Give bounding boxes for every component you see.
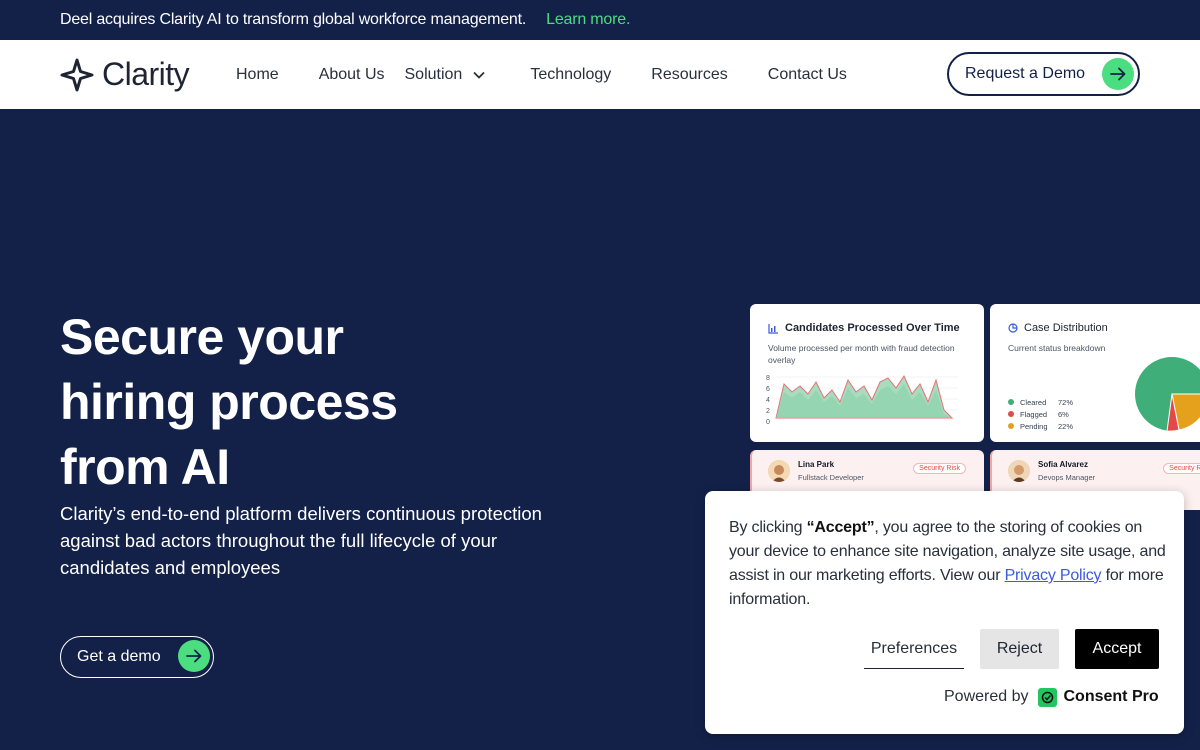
- candidates-chart-card: Candidates Processed Over Time Volume pr…: [750, 304, 984, 442]
- y-tick-label: 6: [766, 386, 770, 393]
- candidates-area-chart: 8 6 4 2 0: [766, 374, 958, 426]
- nav-item-solution-label: Solution: [404, 65, 463, 83]
- case-distribution-card: Case Distribution Current status breakdo…: [990, 304, 1200, 442]
- case-card-subtitle: Current status breakdown: [1008, 343, 1106, 353]
- pie-chart-icon: [1008, 323, 1018, 333]
- case-card-title-text: Case Distribution: [1024, 322, 1108, 334]
- legend-label: Flagged: [1020, 409, 1048, 419]
- y-tick-label: 0: [766, 419, 770, 426]
- get-demo-button[interactable]: Get a demo: [60, 636, 214, 678]
- nav-item-resources[interactable]: Resources: [651, 66, 727, 84]
- reject-button[interactable]: Reject: [980, 629, 1059, 669]
- accept-button[interactable]: Accept: [1075, 629, 1159, 669]
- status-badge: Security Risk: [913, 463, 966, 474]
- cookie-text-accent: “Accept”: [806, 519, 875, 536]
- person-info: Sofia Alvarez Devops Manager: [1008, 460, 1095, 482]
- legend-item-flagged: Flagged 6%: [1008, 408, 1073, 420]
- nav-item-technology[interactable]: Technology: [530, 66, 611, 84]
- get-demo-label: Get a demo: [77, 648, 161, 665]
- person-role: Devops Manager: [1038, 473, 1096, 482]
- legend-value: 22%: [1058, 421, 1074, 431]
- legend-value: 6%: [1058, 409, 1069, 419]
- hero-title-line: Secure your: [60, 309, 344, 365]
- person-role: Fullstack Developer: [798, 473, 864, 482]
- hero-title-line: from AI: [60, 439, 230, 495]
- nav-item-about-us[interactable]: About Us: [319, 66, 385, 84]
- hero-title: Secure your hiring process from AI: [60, 305, 398, 500]
- case-legend: Cleared 72% Flagged 6% Pending 22%: [1008, 396, 1073, 432]
- legend-value: 72%: [1058, 397, 1074, 407]
- case-card-title: Case Distribution: [1008, 322, 1108, 334]
- cookie-consent-text: By clicking “Accept”, you agree to the s…: [729, 516, 1169, 612]
- announcement-text: Deel acquires Clarity AI to transform gl…: [60, 11, 527, 28]
- consent-pro-brand: Consent Pro: [1063, 688, 1159, 705]
- person-info: Lina Park Fullstack Developer: [768, 460, 864, 482]
- powered-by-label: Powered by: [944, 688, 1029, 705]
- sparkle-logo-icon: [60, 58, 94, 91]
- person-name: Lina Park: [798, 460, 835, 469]
- chevron-down-icon: [473, 71, 485, 79]
- request-demo-label: Request a Demo: [965, 65, 1086, 82]
- legend-item-pending: Pending 22%: [1008, 420, 1073, 432]
- announcement-bar: Deel acquires Clarity AI to transform gl…: [0, 0, 1200, 40]
- candidates-card-subtitle: Volume processed per month with fraud de…: [768, 343, 955, 365]
- legend-label: Cleared: [1020, 397, 1047, 407]
- powered-by: Powered by Consent Pro: [944, 686, 1159, 708]
- arrow-right-icon: [178, 640, 210, 672]
- nav-item-home[interactable]: Home: [236, 66, 279, 84]
- legend-swatch: [1008, 399, 1014, 405]
- person-name: Sofia Alvarez: [1038, 460, 1088, 469]
- candidates-card-title-text: Candidates Processed Over Time: [785, 322, 960, 334]
- nav-item-solution[interactable]: Solution: [405, 66, 487, 84]
- bar-chart-icon: [768, 323, 778, 334]
- candidates-card-title: Candidates Processed Over Time: [768, 322, 960, 334]
- main-navigation: Clarity Home About Us Solution Technolog…: [0, 40, 1200, 109]
- legend-swatch: [1008, 411, 1014, 417]
- preferences-button[interactable]: Preferences: [864, 629, 964, 669]
- arrow-right-icon: [1102, 58, 1134, 90]
- learn-more-link[interactable]: Learn more: [546, 11, 626, 29]
- y-tick-label: 8: [766, 375, 770, 382]
- legend-label: Pending: [1020, 421, 1048, 431]
- clarity-logo[interactable]: Clarity: [60, 56, 236, 93]
- status-badge: Security Risk: [1163, 463, 1200, 474]
- hero-title-line: hiring process: [60, 374, 398, 430]
- logo-wordmark: Clarity: [102, 56, 190, 92]
- announcement-link-suffix: .: [625, 11, 631, 28]
- avatar: [768, 460, 790, 482]
- request-demo-button[interactable]: Request a Demo: [947, 52, 1140, 96]
- nav-menu: Home About Us Solution Technology Resour…: [236, 66, 847, 84]
- legend-swatch: [1008, 423, 1014, 429]
- case-pie-chart: [1135, 357, 1200, 432]
- avatar: [1008, 460, 1030, 482]
- cookie-text-part: By clicking: [729, 519, 807, 536]
- y-tick-label: 4: [766, 397, 770, 404]
- hero-subtitle: Clarity’s end-to-end platform delivers c…: [60, 503, 542, 578]
- nav-item-contact-us[interactable]: Contact Us: [768, 66, 847, 84]
- consent-pro-check-icon: [1037, 687, 1057, 707]
- privacy-policy-link[interactable]: Privacy Policy: [1005, 567, 1102, 584]
- legend-item-cleared: Cleared 72%: [1008, 396, 1073, 408]
- y-tick-label: 2: [766, 408, 770, 415]
